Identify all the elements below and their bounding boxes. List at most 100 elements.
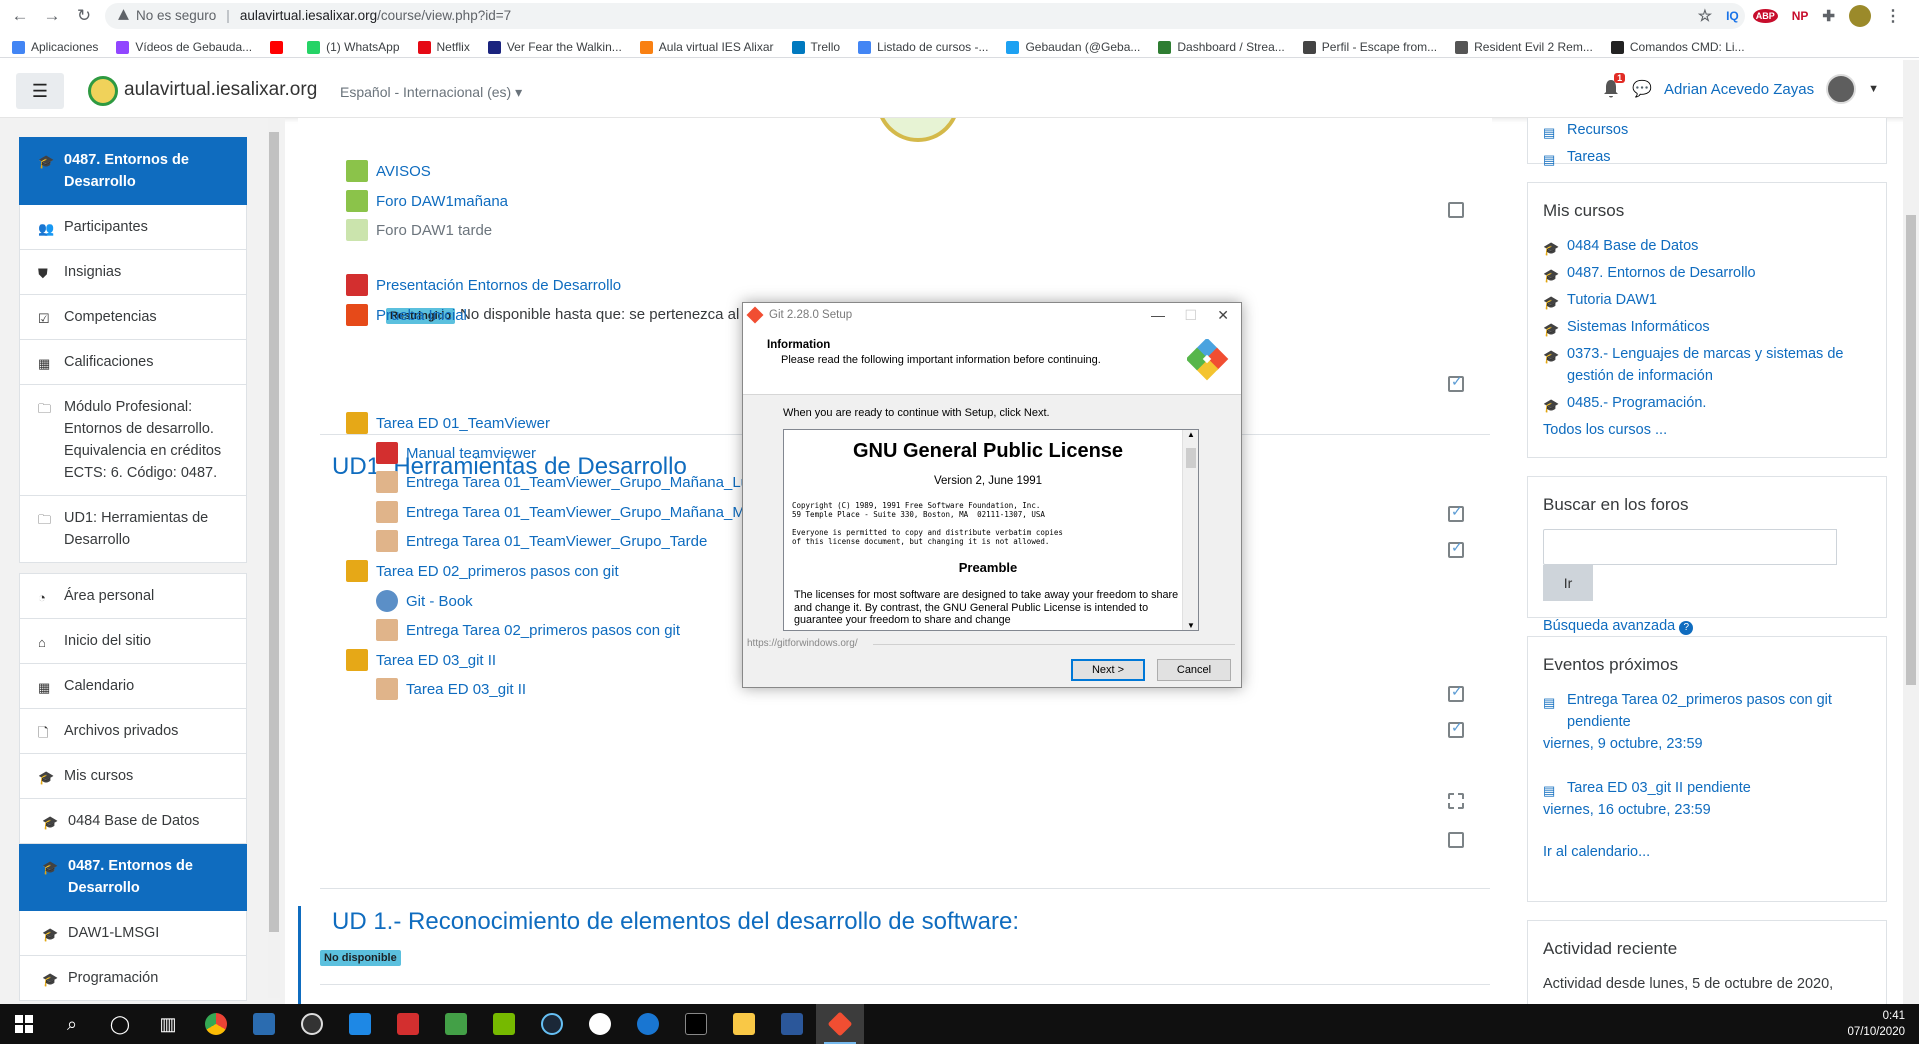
activity-link[interactable]: Tarea ED 03_git II [406, 681, 526, 698]
event-date[interactable]: viernes, 16 octubre, 23:59 [1543, 799, 1871, 821]
activity-item[interactable]: Prueba Inicial [346, 304, 467, 326]
forward-icon[interactable]: → [42, 6, 62, 26]
extension-abp[interactable]: ABP [1752, 9, 1778, 23]
menu-dots-icon[interactable]: ⋮ [1885, 6, 1901, 26]
app-icon[interactable] [624, 1004, 672, 1044]
completion-checkbox[interactable] [1448, 373, 1464, 392]
system-clock[interactable]: 0:41 07/10/2020 [1847, 1008, 1905, 1040]
cmd-icon[interactable] [672, 1004, 720, 1044]
file-explorer-icon[interactable] [720, 1004, 768, 1044]
activity-link[interactable]: Git - Book [406, 593, 473, 610]
minimize-button[interactable]: — [1151, 303, 1165, 327]
steam-icon[interactable] [528, 1004, 576, 1044]
ccleaner-icon[interactable] [384, 1004, 432, 1044]
course-link[interactable]: 🎓 Tutoria DAW1 [1543, 289, 1871, 311]
help-icon[interactable]: ? [1679, 621, 1694, 635]
cortana-icon[interactable]: ◯ [96, 1004, 144, 1044]
next-button[interactable]: Next > [1071, 659, 1145, 681]
word-icon[interactable] [768, 1004, 816, 1044]
user-name[interactable]: Adrian Acevedo Zayas [1664, 81, 1814, 98]
drawer-item[interactable]: ▦ Calificaciones [19, 340, 247, 385]
completion-checkbox[interactable] [1448, 539, 1464, 558]
language-selector[interactable]: Español - Internacional (es) ▾ [340, 84, 522, 101]
bookmark-item[interactable]: Gebaudan (@Geba... [1006, 40, 1140, 54]
activity-item[interactable]: Entrega Tarea 01_TeamViewer_Grupo_Tarde [376, 530, 707, 552]
profile-avatar[interactable] [1849, 5, 1871, 27]
section-title[interactable]: UD 1.- Reconocimiento de elementos del d… [332, 908, 1019, 936]
back-icon[interactable]: ← [10, 6, 30, 26]
drawer-item[interactable]: 🎓 0484 Base de Datos [19, 799, 247, 844]
course-link[interactable]: 🎓 Sistemas Informáticos [1543, 316, 1871, 338]
extension-np[interactable]: NP [1792, 9, 1809, 23]
cancel-button[interactable]: Cancel [1157, 659, 1231, 681]
scroll-down-icon[interactable]: ▼ [1187, 621, 1195, 630]
store-icon[interactable] [336, 1004, 384, 1044]
activity-item[interactable]: Foro DAW1 tarde [346, 219, 492, 241]
app-icon[interactable] [576, 1004, 624, 1044]
avatar[interactable] [1826, 74, 1857, 104]
activity-link[interactable]: Entrega Tarea 01_TeamViewer_Grupo_Mañana… [406, 504, 748, 521]
activity-item[interactable]: Entrega Tarea 02_primeros pasos con git [376, 619, 680, 641]
bookmark-item[interactable]: Vídeos de Gebauda... [116, 40, 252, 54]
advanced-search-link[interactable]: Búsqueda avanzada ? [1543, 615, 1871, 637]
block-link-resources[interactable]: ▤ Recursos [1543, 119, 1871, 141]
course-link[interactable]: 🎓 0373.- Lenguajes de marcas y sistemas d… [1543, 343, 1871, 387]
puzzle-icon[interactable]: ✚ [1822, 7, 1835, 25]
close-button[interactable]: ✕ [1217, 303, 1229, 327]
activity-item[interactable]: Tarea ED 03_git II [346, 649, 496, 671]
bookmark-item[interactable]: Perfil - Escape from... [1302, 40, 1437, 54]
drawer-item[interactable]: 👥 Participantes [19, 205, 247, 250]
completion-checkbox[interactable] [1448, 202, 1464, 218]
obs-icon[interactable] [288, 1004, 336, 1044]
calendar-link[interactable]: Ir al calendario... [1543, 841, 1871, 863]
drawer-item[interactable]: ⌂ Inicio del sitio [19, 619, 247, 664]
search-button[interactable]: Ir [1543, 565, 1593, 601]
extension-iq[interactable]: IQ [1726, 9, 1739, 23]
activity-item[interactable]: Tarea ED 03_git II [376, 678, 526, 700]
activity-link[interactable]: Entrega Tarea 01_TeamViewer_Grupo_Mañana… [406, 474, 749, 491]
site-logo[interactable] [88, 76, 118, 106]
bookmark-item[interactable]: Listado de cursos -... [858, 40, 988, 54]
drawer-item[interactable]: 🎓 0487. Entornos de Desarrollo [19, 137, 247, 205]
site-name[interactable]: aulavirtual.iesalixar.org [124, 79, 317, 101]
license-textbox[interactable]: GNU General Public License Version 2, Ju… [783, 429, 1199, 631]
activity-link[interactable]: Entrega Tarea 01_TeamViewer_Grupo_Tarde [406, 533, 707, 550]
bookmark-item[interactable]: Ver Fear the Walkin... [487, 40, 622, 54]
hamburger-menu-button[interactable]: ☰ [16, 73, 64, 109]
bookmark-item[interactable]: Comandos CMD: Li... [1610, 40, 1745, 54]
bookmark-item[interactable]: Dashboard / Strea... [1158, 40, 1285, 54]
all-courses-link[interactable]: Todos los cursos ... [1543, 419, 1871, 441]
completion-checkbox[interactable] [1448, 503, 1464, 522]
license-scrollbar[interactable]: ▲ ▼ [1182, 430, 1198, 630]
activity-item[interactable]: AVISOS [346, 160, 431, 182]
activity-item[interactable]: Entrega Tarea 01_TeamViewer_Grupo_Mañana… [376, 471, 749, 493]
course-link[interactable]: 🎓 0485.- Programación. [1543, 392, 1871, 414]
activity-item[interactable]: Manual teamviewer [376, 442, 536, 464]
bookmark-item[interactable] [270, 40, 289, 54]
activity-link[interactable]: Prueba Inicial [376, 307, 467, 324]
drawer-item[interactable]: ⛊ Insignias [19, 250, 247, 295]
activity-link[interactable]: Presentación Entornos de Desarrollo [376, 277, 621, 294]
page-scrollbar[interactable] [1903, 60, 1919, 1004]
activity-link[interactable]: Foro DAW1mañana [376, 193, 508, 210]
bookmark-item[interactable]: Netflix [417, 40, 470, 54]
activity-item[interactable]: Foro DAW1mañana [346, 190, 508, 212]
drawer-item[interactable]: ☑ Competencias [19, 295, 247, 340]
drawer-item[interactable]: 🗀 UD1: Herramientas de Desarrollo [19, 496, 247, 563]
completion-checkbox[interactable] [1448, 683, 1464, 702]
search-icon[interactable]: ⌕ [48, 1004, 96, 1044]
bookmark-item[interactable]: Trello [791, 40, 840, 54]
event-link[interactable]: ▤ Entrega Tarea 02_primeros pasos con git… [1543, 689, 1871, 733]
activity-item[interactable]: Git - Book [376, 590, 473, 612]
search-input[interactable] [1543, 529, 1837, 565]
explorer-icon[interactable] [240, 1004, 288, 1044]
task-view-icon[interactable]: ▥ [144, 1004, 192, 1044]
user-menu[interactable]: 1 💬 Adrian Acevedo Zayas ▼ [1602, 73, 1879, 104]
completion-checkbox[interactable] [1448, 832, 1464, 848]
drawer-item[interactable]: 🎓 DAW1-LMSGI [19, 911, 247, 956]
chevron-down-icon[interactable]: ▼ [1868, 83, 1879, 95]
drawer-scrollbar[interactable] [268, 118, 280, 998]
reload-icon[interactable]: ↻ [74, 6, 94, 26]
star-icon[interactable]: ☆ [1698, 6, 1712, 26]
drawer-item[interactable]: ▦ Calendario [19, 664, 247, 709]
